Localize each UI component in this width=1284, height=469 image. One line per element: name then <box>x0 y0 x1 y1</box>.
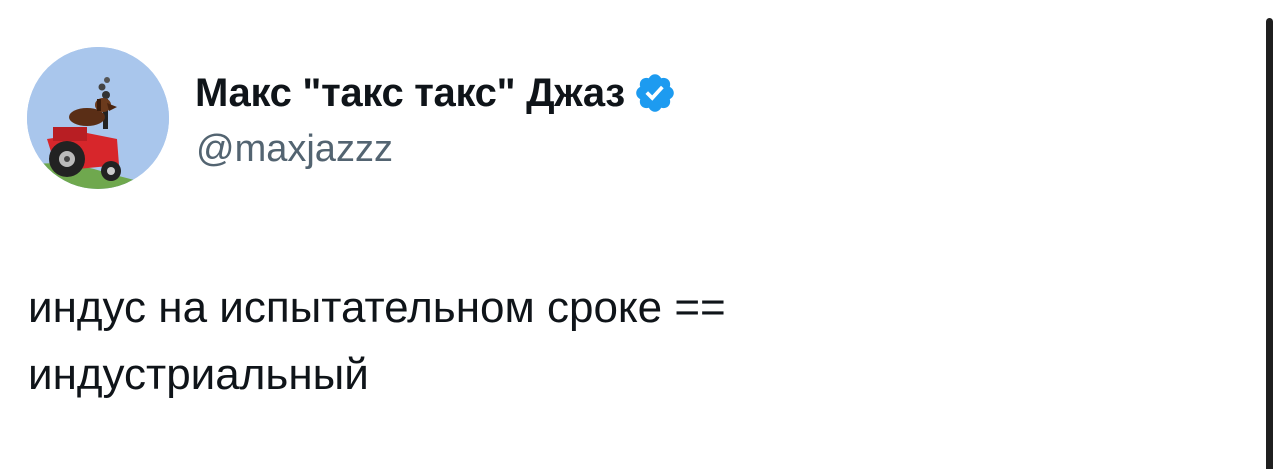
author-avatar[interactable] <box>27 47 169 189</box>
scrollbar-thumb[interactable] <box>1266 18 1273 469</box>
author-handle[interactable]: @maxjazzz <box>196 128 393 171</box>
verified-badge-icon[interactable] <box>633 71 677 115</box>
tweet-text: индус на испытательном сроке == индустри… <box>28 274 1228 408</box>
author-display-name[interactable]: Макс "такс такс" Джаз <box>195 71 625 116</box>
tweet-text-line: индустриальный <box>28 350 369 399</box>
scrollbar[interactable] <box>1262 0 1284 469</box>
tweet-card: Макс "такс такс" Джаз @maxjazzz индус на… <box>0 0 1262 469</box>
author-name-row: Макс "такс такс" Джаз <box>195 68 677 118</box>
dachshund-tractor-icon <box>27 47 169 189</box>
tweet-text-line: индус на испытательном сроке == <box>28 283 726 332</box>
